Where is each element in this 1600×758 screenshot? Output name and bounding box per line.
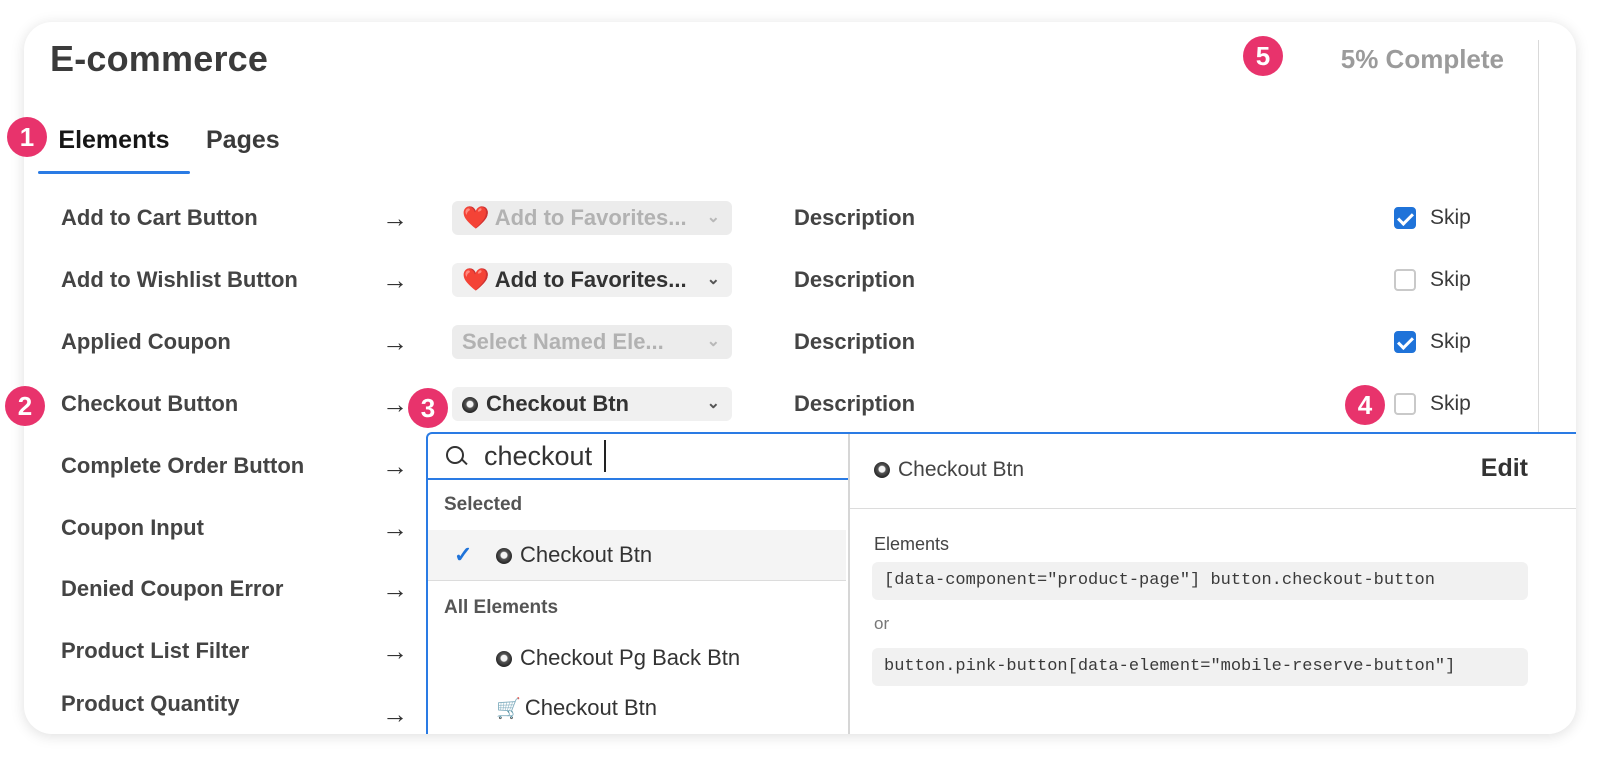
arrow-right-icon: → — [382, 513, 408, 543]
selector-code: button.pink-button[data-element="mobile-… — [872, 648, 1528, 686]
mapping-row: Add to Cart Button → ❤️ Add to Favorites… — [24, 187, 1576, 249]
dropdown-list-panel: Selected ✓ Checkout Btn All Elements Che… — [428, 434, 850, 734]
radio-dot-icon — [462, 397, 478, 413]
radio-dot-icon — [496, 651, 512, 667]
list-item-label: Checkout Pg Back Btn — [496, 633, 740, 683]
preview-title: Checkout Btn — [874, 458, 1024, 482]
annotation-badge: 1 — [7, 117, 47, 157]
skip-label: Skip — [1430, 392, 1471, 415]
divider — [428, 580, 846, 581]
arrow-right-icon: → — [382, 699, 408, 729]
annotation-badge: 4 — [1345, 385, 1385, 425]
edit-button[interactable]: Edit — [1481, 454, 1528, 483]
section-heading-all: All Elements — [444, 597, 559, 618]
radio-dot-icon — [496, 548, 512, 564]
preview-panel: Checkout Btn Edit Elements [data-compone… — [850, 434, 1576, 734]
mapping-row: Checkout Button → Checkout Btn ⌄ Descript… — [24, 373, 1576, 435]
list-item-selected[interactable]: ✓ Checkout Btn — [428, 530, 846, 581]
progress-status: 5% Complete — [1340, 44, 1504, 74]
row-label: Coupon Input — [61, 515, 204, 540]
arrow-right-icon: → — [382, 265, 408, 295]
description-field[interactable]: Description — [794, 311, 915, 373]
select-value: ❤️ Add to Favorites... — [462, 267, 687, 292]
row-label: Product Quantity — [61, 691, 240, 716]
text-cursor — [604, 440, 606, 472]
row-label: Add to Cart Button — [61, 205, 258, 230]
mapping-row: Applied Coupon → Select Named Ele... ⌄ De… — [24, 311, 1576, 373]
skip-label: Skip — [1430, 206, 1471, 229]
chevron-down-icon: ⌄ — [706, 395, 720, 412]
arrow-right-icon: → — [382, 327, 408, 357]
tab-pages[interactable]: Pages — [206, 120, 280, 176]
search-bar — [428, 434, 848, 480]
chevron-down-icon: ⌄ — [706, 271, 720, 288]
arrow-right-icon: → — [382, 389, 408, 419]
element-select[interactable]: Checkout Btn ⌄ — [452, 387, 732, 421]
description-field[interactable]: Description — [794, 249, 915, 311]
select-value: ❤️ Add to Favorites... — [462, 205, 687, 230]
search-icon — [446, 446, 464, 464]
arrow-right-icon: → — [382, 451, 408, 481]
row-label: Checkout Button — [61, 391, 239, 416]
page-title: E-commerce — [50, 38, 269, 79]
elements-label: Elements — [874, 534, 950, 554]
skip-label: Skip — [1430, 330, 1471, 353]
arrow-right-icon: → — [382, 203, 408, 233]
card-content: E-commerce 5% Complete Elements Pages Ad… — [24, 22, 1576, 734]
skip-checkbox[interactable] — [1394, 269, 1416, 291]
row-label: Denied Coupon Error — [61, 576, 284, 601]
skip-checkbox[interactable] — [1394, 331, 1416, 353]
description-field[interactable]: Description — [794, 187, 915, 249]
skip-checkbox[interactable] — [1394, 393, 1416, 415]
select-value: Select Named Ele... — [462, 329, 664, 354]
element-select[interactable]: Select Named Ele... ⌄ — [452, 325, 732, 359]
radio-dot-icon — [874, 462, 890, 478]
list-item-label: Checkout Btn — [496, 530, 652, 580]
mapping-card: E-commerce 5% Complete Elements Pages Ad… — [24, 22, 1576, 734]
annotation-badge: 2 — [5, 386, 45, 426]
mapping-row: Add to Wishlist Button → ❤️ Add to Favor… — [24, 249, 1576, 311]
list-item[interactable]: 🛒 Checkout Btn — [428, 683, 846, 733]
section-heading-selected: Selected — [444, 494, 523, 515]
divider — [850, 508, 1576, 509]
row-label: Applied Coupon — [61, 329, 231, 354]
or-label: or — [874, 614, 890, 633]
search-input[interactable] — [484, 438, 824, 474]
row-label: Complete Order Button — [61, 453, 305, 478]
arrow-right-icon: → — [382, 574, 408, 604]
list-item-label: 🛒 Checkout Btn — [496, 683, 657, 734]
element-select[interactable]: ❤️ Add to Favorites... ⌄ — [452, 263, 732, 297]
selector-code: [data-component="product-page"] button.c… — [872, 562, 1528, 600]
annotation-badge: 3 — [408, 388, 448, 428]
row-label: Add to Wishlist Button — [61, 267, 298, 292]
skip-checkbox[interactable] — [1394, 207, 1416, 229]
chevron-down-icon: ⌄ — [706, 333, 720, 350]
description-field[interactable]: Description — [794, 373, 915, 435]
select-value: Checkout Btn — [486, 391, 629, 416]
element-dropdown: Selected ✓ Checkout Btn All Elements Che… — [426, 432, 1576, 734]
checkmark-icon: ✓ — [454, 542, 473, 567]
skip-label: Skip — [1430, 268, 1471, 291]
element-select[interactable]: ❤️ Add to Favorites... ⌄ — [452, 201, 732, 235]
tab-elements[interactable]: Elements — [38, 120, 190, 176]
list-item[interactable]: Checkout Pg Back Btn — [428, 633, 846, 683]
chevron-down-icon: ⌄ — [706, 209, 720, 226]
cart-icon: 🛒 — [496, 698, 521, 720]
annotation-badge: 5 — [1243, 36, 1283, 76]
